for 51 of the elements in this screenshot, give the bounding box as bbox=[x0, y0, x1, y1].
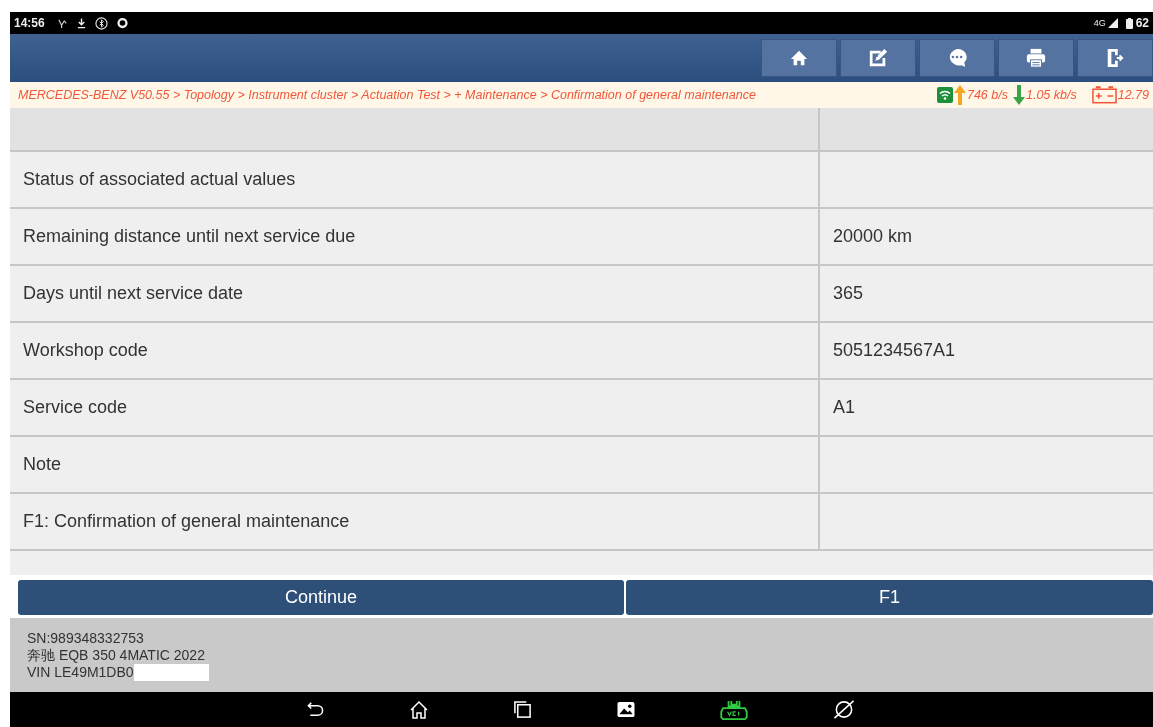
parameter-value: A1 bbox=[833, 397, 856, 418]
exit-button[interactable] bbox=[1077, 39, 1153, 77]
home-nav-button[interactable] bbox=[409, 699, 429, 720]
parameter-value: 20000 km bbox=[833, 226, 913, 247]
recents-icon bbox=[513, 700, 532, 719]
vci-nav-button[interactable] bbox=[720, 699, 748, 720]
home-icon bbox=[790, 49, 808, 67]
clock-time: 14:56 bbox=[14, 16, 45, 30]
back-nav-button[interactable] bbox=[305, 701, 325, 718]
function-key-button[interactable]: F1 bbox=[626, 580, 1153, 615]
battery-icon bbox=[1125, 17, 1133, 29]
wifi-icon bbox=[936, 87, 953, 103]
bluetooth-icon bbox=[94, 16, 108, 30]
parameter-value: 5051234567A1 bbox=[833, 340, 956, 361]
download-icon bbox=[75, 17, 87, 29]
network-label: 4G bbox=[1093, 18, 1106, 28]
back-icon bbox=[305, 701, 325, 718]
edit-icon bbox=[868, 48, 888, 68]
parameter-name: Service code bbox=[23, 397, 128, 418]
parameter-name: Days until next service date bbox=[23, 283, 244, 304]
edit-button[interactable] bbox=[840, 39, 916, 77]
home-button[interactable] bbox=[761, 39, 837, 77]
recents-nav-button[interactable] bbox=[513, 700, 532, 719]
parameter-name: Remaining distance until next service due bbox=[23, 226, 356, 247]
parameter-name: Note bbox=[23, 454, 62, 475]
download-arrow-icon bbox=[1013, 85, 1025, 105]
parameter-name: F1: Confirmation of general maintenance bbox=[23, 511, 350, 532]
vin-number: VIN LE49M1DB0 bbox=[27, 663, 134, 681]
battery-percentage: 62 bbox=[1135, 16, 1149, 30]
print-icon bbox=[1026, 48, 1046, 68]
home-icon bbox=[409, 699, 429, 720]
vci-connector-icon bbox=[720, 699, 748, 720]
parameter-value: 365 bbox=[833, 283, 864, 304]
serial-number: SN:989348332753 bbox=[27, 629, 145, 647]
continue-button[interactable]: Continue bbox=[18, 580, 624, 615]
voltage-reading: 12.79 bbox=[1117, 88, 1149, 102]
parameter-name: Status of associated actual values bbox=[23, 169, 296, 190]
download-rate: 1.05 kb/s bbox=[1026, 88, 1077, 102]
gallery-nav-button[interactable] bbox=[616, 701, 636, 718]
print-button[interactable] bbox=[998, 39, 1074, 77]
breadcrumb-path: MERCEDES-BENZ V50.55 > Topology > Instrument cluster > Actuation Test > + Maintenance > Confirmation of general maintenance bbox=[18, 88, 757, 102]
picture-icon bbox=[616, 701, 636, 718]
exit-icon bbox=[1105, 48, 1125, 68]
upload-rate: 746 b/s bbox=[966, 88, 1008, 102]
upload-arrow-icon bbox=[953, 85, 966, 105]
car-battery-icon bbox=[1091, 86, 1117, 104]
signal-icon bbox=[1107, 18, 1118, 28]
parameter-name: Workshop code bbox=[23, 340, 148, 361]
vehicle-model: 奔驰 EQB 350 4MATIC 2022 bbox=[27, 646, 206, 664]
chat-button[interactable] bbox=[919, 39, 995, 77]
chat-icon bbox=[947, 48, 967, 68]
